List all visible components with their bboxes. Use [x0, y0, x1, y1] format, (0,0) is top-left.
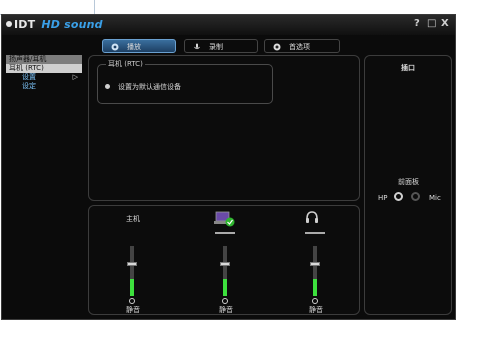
tab-playback-label: 播放 — [127, 43, 141, 51]
tab-bar: 播放 录制 首选项 — [102, 39, 342, 55]
master-mute-icon[interactable] — [129, 298, 135, 304]
main-volume-label: 主机 — [126, 215, 140, 223]
device-sidebar: 扬声器/耳机 耳机 (RTC) 设置 ▷ 设定 — [6, 55, 82, 91]
communication-device-icon — [214, 211, 235, 227]
default-comm-radio[interactable] — [105, 84, 110, 89]
mic-jack-icon[interactable] — [411, 192, 420, 201]
help-button[interactable]: ? — [414, 18, 420, 29]
channel-2-mute-icon[interactable] — [222, 298, 228, 304]
balance-bar-3[interactable] — [305, 232, 325, 234]
sidebar-item-settings-label: 设置 — [22, 73, 36, 81]
sidebar-item-settings[interactable]: 设置 ▷ — [6, 73, 82, 82]
tab-recording[interactable]: 录制 — [184, 39, 258, 53]
app-logo: IDT HD sound — [6, 18, 103, 31]
device-panel: 耳机 (RTC) 设置为默认通信设备 — [88, 55, 360, 201]
master-mute-label: 静音 — [126, 306, 140, 314]
sidebar-item-headphones[interactable]: 耳机 (RTC) — [6, 64, 82, 73]
master-volume-level — [130, 278, 134, 296]
product-name: HD sound — [41, 18, 103, 31]
channel-2-volume-slider[interactable] — [223, 246, 227, 296]
mic-icon — [194, 43, 200, 50]
device-group-title: 耳机 (RTC) — [106, 59, 145, 69]
gear-icon — [273, 43, 281, 51]
tab-preferences[interactable]: 首选项 — [264, 39, 340, 53]
idt-hd-sound-window: IDT HD sound ? □ X 播放 录制 首选项 扬声器/耳机 耳机 (R… — [1, 14, 456, 320]
tab-preferences-label: 首选项 — [289, 43, 310, 51]
jack-panel-title: 插口 — [401, 64, 415, 72]
channel-2-volume-thumb[interactable] — [220, 262, 230, 266]
sidebar-item-speakers[interactable]: 扬声器/耳机 — [6, 55, 82, 64]
expand-arrow-icon: ▷ — [72, 73, 78, 81]
balance-bar-2[interactable] — [215, 232, 235, 234]
title-bar: IDT HD sound ? □ X — [2, 15, 455, 35]
channel-3-mute-label: 静音 — [309, 306, 323, 314]
sidebar-item-config[interactable]: 设定 — [6, 82, 82, 91]
channel-3-volume-slider[interactable] — [313, 246, 317, 296]
headset-icon — [306, 211, 318, 223]
master-volume-slider[interactable] — [130, 246, 134, 296]
minimize-button[interactable]: □ — [427, 18, 436, 29]
front-panel-label: 前面板 — [398, 178, 419, 186]
close-button[interactable]: X — [441, 18, 449, 29]
logo-dot-icon — [6, 21, 12, 27]
default-comm-label: 设置为默认通信设备 — [118, 83, 181, 91]
brand-name: IDT — [14, 18, 36, 31]
master-volume-thumb[interactable] — [127, 262, 137, 266]
jack-panel: 插口 前面板 HP Mic — [364, 55, 452, 315]
device-group: 耳机 (RTC) 设置为默认通信设备 — [97, 59, 273, 104]
tab-recording-label: 录制 — [209, 43, 223, 51]
channel-3-volume-thumb[interactable] — [310, 262, 320, 266]
channel-3-volume-level — [313, 278, 317, 296]
channel-2-volume-level — [223, 278, 227, 296]
mic-jack-label: Mic — [429, 194, 441, 202]
channel-2-mute-label: 静音 — [219, 306, 233, 314]
channel-3-mute-icon[interactable] — [312, 298, 318, 304]
mixer-panel: 主机 静音 静音 静音 — [88, 205, 360, 315]
speaker-icon — [111, 43, 119, 51]
hp-jack-icon[interactable] — [394, 192, 403, 201]
tab-playback[interactable]: 播放 — [102, 39, 176, 53]
hp-jack-label: HP — [378, 194, 388, 202]
window-edge-strip — [0, 0, 95, 15]
